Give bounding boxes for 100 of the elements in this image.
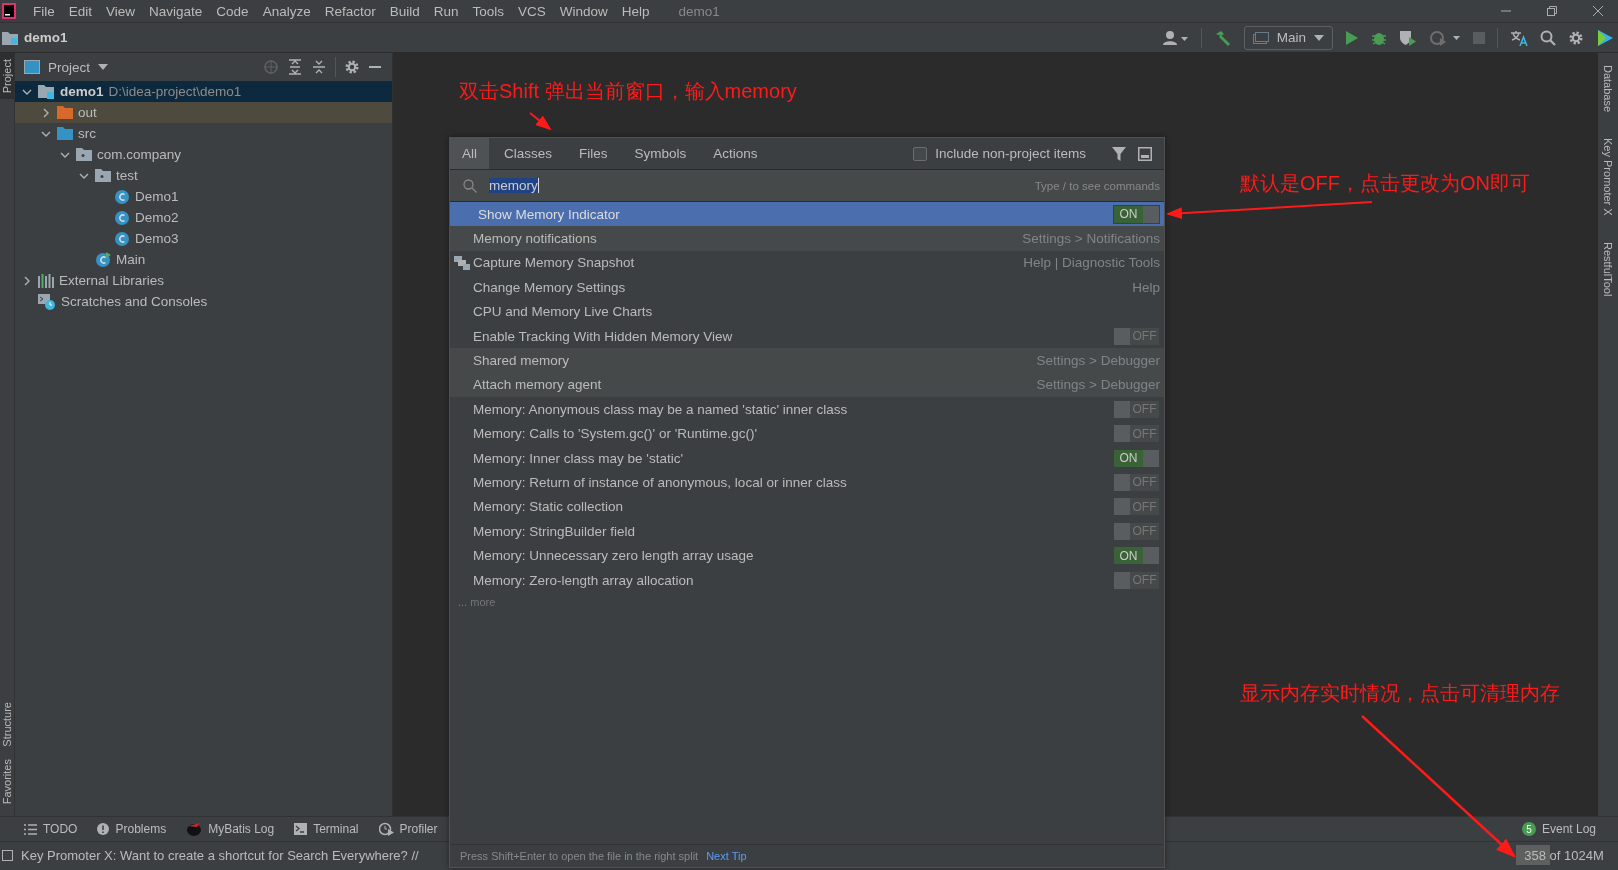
search-tab[interactable]: Actions	[701, 138, 770, 169]
snapshot-icon	[453, 255, 470, 270]
tree-item[interactable]: Demo1	[15, 186, 392, 207]
project-view-icon	[24, 60, 40, 74]
menu-item[interactable]: Build	[382, 3, 427, 19]
tree-item[interactable]: test	[15, 165, 392, 186]
result-item[interactable]: Memory: Inner class may be 'static' ON	[450, 445, 1164, 471]
tree-item[interactable]: demo1 D:\idea-project\demo1	[15, 81, 392, 102]
result-item[interactable]: Show Memory Indicator ON	[450, 202, 1164, 227]
menu-item[interactable]: Analyze	[255, 3, 318, 19]
toggle-switch[interactable]: ON	[1113, 546, 1160, 566]
panel-title[interactable]: Project	[48, 59, 91, 75]
app-logo-icon	[2, 3, 16, 19]
menu-item[interactable]: Run	[426, 3, 466, 19]
tool-window-tab[interactable]: Structure	[0, 696, 14, 753]
menu-item[interactable]: View	[99, 3, 143, 19]
result-item[interactable]: Memory: Unnecessary zero length array usage ON	[450, 543, 1164, 568]
search-tab[interactable]: Symbols	[622, 138, 699, 169]
expand-all-icon[interactable]	[287, 59, 303, 75]
tree-item[interactable]: Demo3	[15, 228, 392, 249]
result-item[interactable]: Capture Memory Snapshot Help | Diagnostic Tools	[450, 250, 1164, 276]
checkbox-label[interactable]: Include non-project items	[935, 146, 1086, 161]
menu-item[interactable]: Window	[552, 3, 615, 19]
tree-item[interactable]: Main	[15, 249, 392, 270]
result-item[interactable]: Attach memory agent Settings > Debugger	[450, 372, 1164, 398]
next-tip-link[interactable]: Next Tip	[706, 850, 747, 862]
menu-item[interactable]: Code	[209, 3, 256, 19]
class-icon	[114, 230, 130, 247]
tool-window-tab[interactable]: Database	[1602, 63, 1614, 117]
breadcrumb[interactable]: demo1	[24, 30, 68, 45]
chevron-right-icon[interactable]	[22, 275, 32, 286]
search-icon[interactable]	[1540, 29, 1556, 46]
annotation-text: 双击Shift 弹出当前窗口，输入memory	[459, 79, 797, 104]
restore-icon[interactable]	[1546, 5, 1558, 17]
search-field[interactable]: memory	[489, 178, 539, 193]
chevron-right-icon[interactable]	[41, 107, 51, 118]
package-icon	[76, 148, 92, 161]
profiler-dropdown-icon[interactable]	[1429, 29, 1461, 46]
menu-item[interactable]: Edit	[61, 3, 100, 19]
run-configuration-dropdown[interactable]: Main	[1243, 25, 1333, 50]
menu-item[interactable]: Help	[614, 3, 657, 19]
checkbox[interactable]	[913, 146, 928, 161]
plugin-logo-icon[interactable]	[1596, 28, 1614, 47]
window-icon	[1252, 31, 1269, 44]
coverage-icon[interactable]	[1399, 29, 1417, 46]
caret-icon[interactable]	[98, 64, 109, 70]
menu-item[interactable]: Refactor	[317, 3, 383, 19]
user-dropdown-icon[interactable]	[1162, 29, 1189, 46]
tool-window-button[interactable]: MyBatis Log	[186, 822, 275, 836]
tool-window-tab[interactable]: RestfulTool	[1602, 239, 1614, 301]
tool-window-button[interactable]: TODO	[24, 822, 78, 836]
preview-icon[interactable]	[1138, 146, 1152, 161]
result-item[interactable]: Shared memory Settings > Debugger	[450, 348, 1164, 373]
menu-item[interactable]: VCS	[511, 3, 553, 19]
tool-window-button[interactable]: Problems	[97, 822, 167, 836]
tree-item[interactable]: src	[15, 123, 392, 144]
filter-icon[interactable]	[1112, 146, 1126, 161]
search-tab[interactable]: Classes	[492, 138, 565, 169]
settings-icon[interactable]	[344, 59, 360, 75]
annotation-text: 默认是OFF，点击更改为ON即可	[1240, 171, 1530, 196]
tree-item[interactable]: com.company	[15, 144, 392, 165]
annotation-text: 显示内存实时情况，点击可清理内存	[1240, 681, 1560, 706]
result-item[interactable]: Memory notifications Settings > Notifications	[450, 226, 1164, 251]
close-icon[interactable]	[1592, 5, 1604, 17]
menu-item[interactable]: Navigate	[142, 3, 210, 19]
tree-item[interactable]: Scratches and Consoles	[15, 291, 392, 312]
tree-item[interactable]: out	[15, 102, 392, 123]
profiler-icon	[378, 822, 394, 836]
tree-item[interactable]: External Libraries	[15, 270, 392, 291]
result-item[interactable]: Change Memory Settings Help	[450, 275, 1164, 300]
folder-icon	[2, 30, 18, 45]
folder-icon	[57, 106, 73, 119]
search-tab[interactable]: Files	[567, 138, 620, 169]
status-message: Key Promoter X: Want to create a shortcut for Search Everywhere? //	[21, 847, 419, 863]
search-tab[interactable]: All	[450, 138, 489, 169]
tree-item[interactable]: Demo2	[15, 207, 392, 228]
collapse-all-icon[interactable]	[311, 59, 327, 75]
class-icon	[114, 209, 130, 226]
settings-icon[interactable]	[1568, 29, 1584, 46]
menu-item[interactable]: Tools	[465, 3, 511, 19]
tool-window-tab[interactable]: Key Promoter X	[1602, 136, 1614, 220]
package-icon	[95, 169, 111, 182]
list-icon	[24, 823, 37, 835]
tool-window-tab[interactable]: Project	[0, 53, 14, 100]
tool-window-toggle-icon[interactable]	[2, 849, 13, 861]
annotation-arrow	[529, 112, 552, 131]
toggle-switch[interactable]: ON	[1113, 204, 1160, 224]
result-item[interactable]: CPU and Memory Live Charts	[450, 299, 1164, 324]
footer-hint: Press Shift+Enter to open the file in the right split	[460, 850, 699, 862]
tool-window-button[interactable]: Profiler	[378, 822, 438, 836]
menu-item[interactable]: File	[26, 3, 62, 19]
translate-icon[interactable]	[1510, 29, 1528, 46]
warning-icon	[97, 823, 110, 835]
tool-window-tab[interactable]: Favorites	[0, 752, 14, 810]
scratch-console-icon	[38, 293, 56, 310]
event-log-button[interactable]: 5 Event Log	[1521, 822, 1596, 836]
memory-indicator[interactable]: 358 of 1024M	[1516, 845, 1612, 865]
run-icon[interactable]	[1345, 29, 1359, 46]
tool-window-button[interactable]: Terminal	[294, 822, 359, 836]
toggle-switch[interactable]: ON	[1113, 448, 1160, 468]
